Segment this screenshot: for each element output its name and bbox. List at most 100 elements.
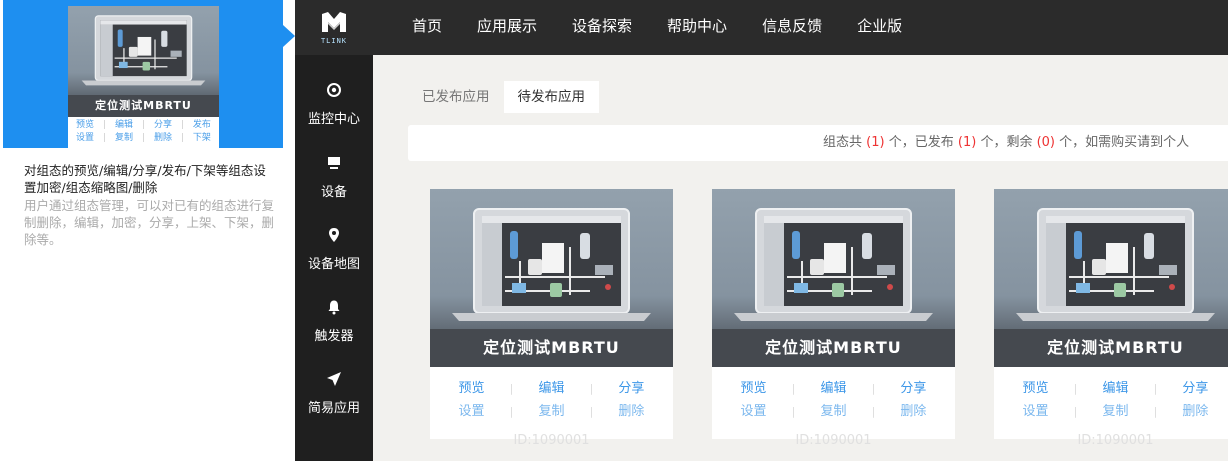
card-actions-row-1: 预览 | 编辑 | 分享: [994, 377, 1228, 400]
app-card-actions: 预览 | 编辑 | 分享 设置 | 复制 | 删除: [430, 367, 673, 423]
bell-icon: [325, 298, 343, 316]
sidebar-item-triggers[interactable]: 触发器: [295, 298, 373, 358]
copy-link[interactable]: 复制: [538, 400, 564, 423]
guide-card-actions: 预览 | 编辑 | 分享 | 发布 设置 | 复制 | 删除 | 下架: [68, 117, 219, 145]
guide-copy-link[interactable]: 复制: [115, 132, 133, 145]
tab-published-apps[interactable]: 已发布应用: [408, 81, 504, 113]
guide-unpublish-link[interactable]: 下架: [193, 132, 211, 145]
copy-link[interactable]: 复制: [820, 400, 846, 423]
delete-link[interactable]: 删除: [618, 400, 644, 423]
guide-edit-link[interactable]: 编辑: [115, 119, 133, 132]
separator: |: [1073, 382, 1078, 395]
main-content: 已发布应用 待发布应用 组态共 (1) 个，已发布 (1) 个，剩余 (0) 个…: [373, 55, 1228, 461]
sidebar-item-monitor-center[interactable]: 监控中心: [295, 81, 373, 141]
nav-item-home[interactable]: 首页: [412, 0, 442, 55]
guide-delete-link[interactable]: 删除: [154, 132, 172, 145]
nav-item-app-showcase[interactable]: 应用展示: [477, 0, 537, 55]
settings-link[interactable]: 设置: [741, 400, 767, 423]
guide-panel: 定位测试MBRTU 预览 | 编辑 | 分享 | 发布 设置 | 复制 | 删除…: [0, 0, 295, 461]
separator: |: [791, 405, 796, 418]
edit-link[interactable]: 编辑: [1102, 377, 1128, 400]
tlink-logo-icon: [322, 12, 346, 32]
card-actions-row-2: 设置 | 复制 | 删除: [430, 400, 673, 423]
sidebar-item-label: 触发器: [314, 329, 354, 344]
preview-link[interactable]: 预览: [459, 377, 485, 400]
settings-link[interactable]: 设置: [1023, 400, 1049, 423]
app-card-thumbnail[interactable]: 定位测试MBRTU: [994, 189, 1228, 367]
copy-link[interactable]: 复制: [1102, 400, 1128, 423]
nav-item-device-explore[interactable]: 设备探索: [572, 0, 632, 55]
guide-pointer-arrow: [283, 25, 295, 47]
sidebar: 监控中心 设备 设备地图 触发器 简易应用: [295, 55, 373, 461]
separator: |: [1153, 405, 1158, 418]
app-card-id: ID:1090001: [513, 433, 590, 448]
card-actions-row-2: 设置 | 复制 | 删除: [994, 400, 1228, 423]
sidebar-item-label: 监控中心: [307, 112, 360, 127]
settings-link[interactable]: 设置: [459, 400, 485, 423]
sidebar-item-simple-apps[interactable]: 简易应用: [295, 370, 373, 430]
nav-item-feedback[interactable]: 信息反馈: [762, 0, 822, 55]
send-icon: [325, 370, 343, 388]
quota-info-bar: 组态共 (1) 个，已发布 (1) 个，剩余 (0) 个，如需购买请到个人: [408, 125, 1228, 161]
share-link[interactable]: 分享: [900, 377, 926, 400]
guide-heading: 对组态的预览/编辑/分享/发布/下架等组态设置加密/组态缩略图/删除: [24, 163, 266, 195]
app-card-thumbnail[interactable]: 定位测试MBRTU: [430, 189, 673, 367]
logo-text: TLINK: [320, 37, 348, 45]
app-card-title: 定位测试MBRTU: [430, 329, 673, 367]
app-card: 定位测试MBRTU 预览 | 编辑 | 分享 设置 | 复制 | 删除: [430, 189, 673, 439]
separator: |: [102, 120, 107, 130]
sidebar-item-devices[interactable]: 设备: [295, 154, 373, 214]
sidebar-item-device-map[interactable]: 设备地图: [295, 226, 373, 286]
info-text-part: 组态共: [823, 135, 863, 150]
share-link[interactable]: 分享: [1182, 377, 1208, 400]
edit-link[interactable]: 编辑: [820, 377, 846, 400]
guide-publish-link[interactable]: 发布: [193, 119, 211, 132]
main-nav: 首页 应用展示 设备探索 帮助中心 信息反馈 企业版: [412, 0, 937, 55]
separator: |: [509, 382, 514, 395]
guide-share-link[interactable]: 分享: [154, 119, 172, 132]
sidebar-item-label: 简易应用: [307, 401, 360, 416]
separator: |: [102, 133, 107, 143]
laptop-thumbnail-icon: [734, 208, 933, 321]
preview-link[interactable]: 预览: [741, 377, 767, 400]
sidebar-item-label: 设备: [320, 185, 347, 200]
app-card-thumbnail[interactable]: 定位测试MBRTU: [712, 189, 955, 367]
guide-actions-row-2: 设置 | 复制 | 删除 | 下架: [76, 132, 211, 145]
separator: |: [791, 382, 796, 395]
card-actions-row-1: 预览 | 编辑 | 分享: [430, 377, 673, 400]
nav-item-help-center[interactable]: 帮助中心: [667, 0, 727, 55]
guide-description: 用户通过组态管理，可以对已有的组态进行复制删除，编辑，加密，分享，上架、下架，删…: [24, 198, 275, 247]
app-card-title: 定位测试MBRTU: [994, 329, 1228, 367]
guide-settings-link[interactable]: 设置: [76, 132, 94, 145]
separator: |: [589, 382, 594, 395]
delete-link[interactable]: 删除: [1182, 400, 1208, 423]
edit-link[interactable]: 编辑: [538, 377, 564, 400]
separator: |: [141, 133, 145, 143]
card-actions-row-2: 设置 | 复制 | 删除: [712, 400, 955, 423]
guide-card-thumbnail: 定位测试MBRTU: [68, 6, 219, 117]
guide-card-title: 定位测试MBRTU: [68, 95, 219, 117]
laptop-thumbnail-icon: [81, 15, 206, 86]
page-root: 定位测试MBRTU 预览 | 编辑 | 分享 | 发布 设置 | 复制 | 删除…: [0, 0, 1228, 461]
card-actions-row-1: 预览 | 编辑 | 分享: [712, 377, 955, 400]
target-icon: [325, 81, 343, 99]
separator: |: [509, 405, 514, 418]
app-card-id: ID:1090001: [795, 433, 872, 448]
separator: |: [589, 405, 594, 418]
nav-item-enterprise[interactable]: 企业版: [857, 0, 902, 55]
laptop-thumbnail-icon: [1016, 208, 1215, 321]
share-link[interactable]: 分享: [618, 377, 644, 400]
total-count: (1): [866, 135, 885, 150]
preview-link[interactable]: 预览: [1023, 377, 1049, 400]
guide-preview-link[interactable]: 预览: [76, 119, 94, 132]
separator: |: [180, 120, 184, 130]
delete-link[interactable]: 删除: [900, 400, 926, 423]
info-text-part: 个，已发布: [888, 135, 954, 150]
monitor-icon: [325, 154, 343, 172]
separator: |: [1153, 382, 1158, 395]
published-count: (1): [957, 135, 977, 150]
top-navigation-bar: TLINK 首页 应用展示 设备探索 帮助中心 信息反馈 企业版: [295, 0, 1228, 55]
logo[interactable]: TLINK: [295, 0, 373, 55]
tab-pending-apps[interactable]: 待发布应用: [503, 81, 599, 113]
app-card: 定位测试MBRTU 预览 | 编辑 | 分享 设置 | 复制 | 删除: [712, 189, 955, 439]
